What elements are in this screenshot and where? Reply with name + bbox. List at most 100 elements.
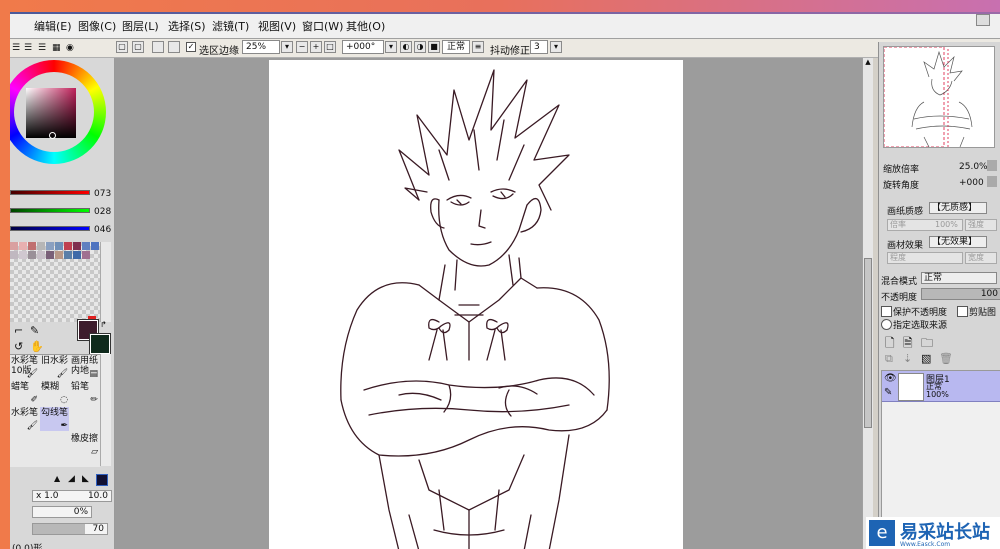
menu-layer[interactable]: 图层(L): [122, 18, 159, 34]
menu-image[interactable]: 图像(C): [78, 18, 116, 34]
blue-slider[interactable]: [10, 226, 90, 231]
color-swatch[interactable]: [73, 242, 81, 250]
swatch-mode-icon[interactable]: ▦: [52, 43, 61, 53]
nav-zoom-value[interactable]: 25.0%: [959, 162, 988, 172]
zoom-field[interactable]: 25%: [242, 40, 280, 54]
flip-icon[interactable]: ≡: [472, 41, 484, 53]
delete-layer-icon[interactable]: 🗑: [939, 352, 953, 365]
color-swatch[interactable]: [10, 242, 18, 250]
rotate-right-icon[interactable]: ◑: [414, 41, 426, 53]
color-swatch[interactable]: [82, 242, 90, 250]
pick-icon[interactable]: ✎: [30, 324, 39, 337]
hsv-mode-icon[interactable]: ☰: [38, 43, 46, 53]
brush-tool[interactable]: 勾线笔 ✒: [40, 407, 69, 431]
fill-icon[interactable]: [168, 41, 180, 53]
density-slider[interactable]: 70: [32, 523, 108, 535]
window-control-icon[interactable]: [976, 14, 990, 26]
brush-tool[interactable]: 铅笔 ✏: [70, 381, 99, 405]
menu-other[interactable]: 其他(O): [346, 18, 385, 34]
rotate-canvas-icon[interactable]: ↺: [14, 340, 23, 353]
color-swatch[interactable]: [37, 242, 45, 250]
color-swatch[interactable]: [19, 251, 27, 259]
layer-row[interactable]: 👁 ✎ 图层1 正常 100%: [882, 371, 1000, 402]
shape-flat-icon[interactable]: ◣: [82, 474, 89, 484]
protect-alpha-checkbox[interactable]: [881, 306, 892, 317]
scroll-up-icon[interactable]: ▲: [863, 58, 873, 68]
canvas-area[interactable]: [115, 58, 862, 549]
nav-rotate-reset-icon[interactable]: [987, 176, 997, 187]
merge-down-icon[interactable]: ⇣: [903, 352, 912, 365]
menu-window[interactable]: 窗口(W): [302, 18, 343, 34]
invert-icon[interactable]: ▢: [132, 41, 144, 53]
color-swatch[interactable]: [46, 251, 54, 259]
background-color[interactable]: [89, 333, 111, 355]
color-swatch[interactable]: [73, 251, 81, 259]
color-swatch[interactable]: [55, 251, 63, 259]
color-swatch[interactable]: [28, 251, 36, 259]
layer-pen-icon[interactable]: ✎: [884, 387, 892, 398]
brush-tool[interactable]: 水彩笔 10版 🖌: [10, 355, 39, 379]
paper-texture-select[interactable]: 【无质感】: [929, 202, 987, 214]
rotation-field[interactable]: +000°: [342, 40, 384, 54]
deselect-icon[interactable]: ▢: [116, 41, 128, 53]
zoom-in-icon[interactable]: +: [310, 41, 322, 53]
rotate-reset-icon[interactable]: ■: [428, 41, 440, 53]
select-edge-checkbox[interactable]: ✓: [186, 42, 196, 52]
menu-filter[interactable]: 滤镜(T): [212, 18, 249, 34]
color-swatch[interactable]: [91, 242, 99, 250]
red-slider[interactable]: [10, 190, 90, 195]
hand-icon[interactable]: ✋: [30, 340, 44, 353]
color-swatch[interactable]: [82, 251, 90, 259]
brush-tool[interactable]: 旧水彩 🖌: [40, 355, 69, 379]
color-swatch[interactable]: [64, 242, 72, 250]
menu-edit[interactable]: 编辑(E): [34, 18, 72, 34]
brush-tool[interactable]: 模糊 ◌: [40, 381, 69, 405]
navigator-preview[interactable]: [883, 46, 995, 148]
layer-visibility-icon[interactable]: 👁: [884, 373, 897, 384]
toolbar-blend-mode[interactable]: 正常: [442, 40, 470, 54]
rotate-left-icon[interactable]: ◐: [400, 41, 412, 53]
canvas-paper[interactable]: [269, 60, 683, 549]
nav-zoom-reset-icon[interactable]: [987, 160, 997, 171]
blend-mode-select[interactable]: 正常: [921, 272, 997, 284]
select-source-radio[interactable]: [881, 319, 892, 330]
green-slider[interactable]: [10, 208, 90, 213]
color-swatch[interactable]: [19, 242, 27, 250]
canvas-scrollbar[interactable]: ▲: [862, 58, 873, 549]
color-swatch[interactable]: [46, 242, 54, 250]
menu-view[interactable]: 视图(V): [258, 18, 296, 34]
scratchpad-mode-icon[interactable]: ◉: [66, 43, 74, 53]
swap-colors-icon[interactable]: ↱: [100, 320, 107, 329]
clip-checkbox[interactable]: [957, 306, 968, 317]
zoom-dropdown-icon[interactable]: ▾: [281, 41, 293, 53]
color-swatch[interactable]: [64, 251, 72, 259]
effect-select[interactable]: 【无效果】: [929, 236, 987, 248]
opacity-slider[interactable]: 100: [921, 288, 1000, 300]
scroll-thumb[interactable]: [864, 258, 872, 428]
brush-tool[interactable]: 橡皮擦 ▱: [70, 433, 99, 457]
zoom-fit-icon[interactable]: □: [324, 41, 336, 53]
rotation-dropdown-icon[interactable]: ▾: [385, 41, 397, 53]
shape-square-icon[interactable]: [96, 474, 108, 486]
brush-scrollbar[interactable]: [100, 354, 111, 466]
menu-select[interactable]: 选择(S): [168, 18, 206, 34]
shape-dot-icon[interactable]: ▲: [54, 474, 60, 483]
nav-rotate-value[interactable]: +000: [959, 178, 984, 188]
brush-tool[interactable]: 蜡笔 ✐: [10, 381, 39, 405]
zoom-out-icon[interactable]: −: [296, 41, 308, 53]
rgb-mode-icon[interactable]: ☰: [24, 43, 32, 53]
color-swatch[interactable]: [28, 242, 36, 250]
color-swatch[interactable]: [55, 242, 63, 250]
color-swatch[interactable]: [37, 251, 45, 259]
brush-tool[interactable]: 水彩笔 🖌: [10, 407, 39, 431]
min-size-slider[interactable]: 0%: [32, 506, 92, 518]
color-picker-cursor-icon[interactable]: [49, 132, 56, 139]
eyedropper-icon[interactable]: ⌐: [14, 324, 23, 337]
swatch-scrollbar[interactable]: [100, 242, 111, 322]
shape-round-icon[interactable]: ◢: [68, 474, 75, 484]
stabilizer-field[interactable]: 3: [530, 40, 548, 54]
clear-layer-icon[interactable]: ▧: [921, 352, 931, 365]
color-wheel-mode-icon[interactable]: ☰: [12, 43, 20, 53]
stabilizer-dropdown-icon[interactable]: ▾: [550, 41, 562, 53]
saturation-value-square[interactable]: [26, 88, 76, 138]
